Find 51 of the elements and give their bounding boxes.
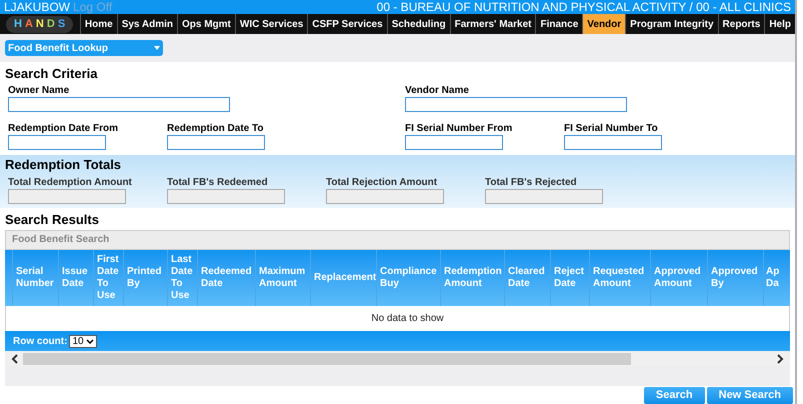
action-button[interactable]: New Search [706,387,793,404]
column-header[interactable]: First Date To Use [97,254,120,302]
column-header[interactable]: Ap Da [766,266,787,290]
organization-label: 00 - BUREAU OF NUTRITION AND PHYSICAL ACTIVITY / 00 - ALL CLINICS [376,0,791,14]
input-field[interactable] [8,135,106,150]
chevron-left-icon[interactable] [11,354,19,364]
section-title: Search Results [5,212,100,228]
field-label: FI Serial Number From [405,122,514,135]
field-label: Total Rejection Amount [326,176,438,189]
grid-title: Food Benefit Search [5,230,790,250]
row-count-select[interactable]: 10 [69,334,97,348]
section-title: Redemption Totals [5,157,122,173]
field-label: Redemption Date From [8,122,120,135]
action-button[interactable]: Search [644,387,705,404]
logo: H A N D S [6,16,74,32]
horizontal-scrollbar[interactable] [5,351,790,366]
column-header[interactable]: Serial Number [16,266,55,290]
column-header[interactable]: Last Date To Use [171,254,194,302]
column-header[interactable]: Replacement [314,272,376,284]
column-header[interactable]: Approved By [711,266,760,290]
column-header[interactable]: Maximum Amount [259,266,307,290]
field-label: Total FB's Redeemed [167,176,269,189]
caret-icon [154,46,160,50]
chevron-right-icon[interactable] [776,354,784,364]
section-title: Search Criteria [5,66,98,82]
page-dropdown[interactable]: Food Benefit Lookup [5,40,163,56]
column-header[interactable]: Compliance Buy [380,266,437,290]
input-field[interactable] [564,135,662,150]
column-header[interactable]: Approved Amount [654,266,704,290]
field-label: Total FB's Rejected [485,176,578,189]
row-count-label: Row count: [13,334,68,348]
column-header[interactable]: Printed By [127,266,164,290]
column-header[interactable]: Cleared Date [508,266,547,290]
column-header[interactable]: Reject Date [554,266,586,290]
chevron-down-icon [86,338,94,344]
column-header[interactable]: Issue Date [62,266,90,290]
field-label: Total Redemption Amount [8,176,133,189]
input-field[interactable] [405,135,503,150]
input-field[interactable] [167,135,265,150]
user-name: LJAKUBOW [4,0,70,14]
field-label: FI Serial Number To [564,122,659,135]
nav-tab[interactable]: Vendor [582,14,626,34]
input-field[interactable] [405,97,627,112]
column-header[interactable]: Redeemed Date [201,266,252,290]
column-header[interactable]: Redemption Amount [444,266,502,290]
field-label: Vendor Name [405,84,470,97]
empty-message: No data to show [371,312,444,326]
column-header[interactable]: Requested Amount [593,266,647,290]
field-label: Owner Name [8,84,70,97]
field-label: Redemption Date To [167,122,264,135]
input-field[interactable] [8,97,230,112]
